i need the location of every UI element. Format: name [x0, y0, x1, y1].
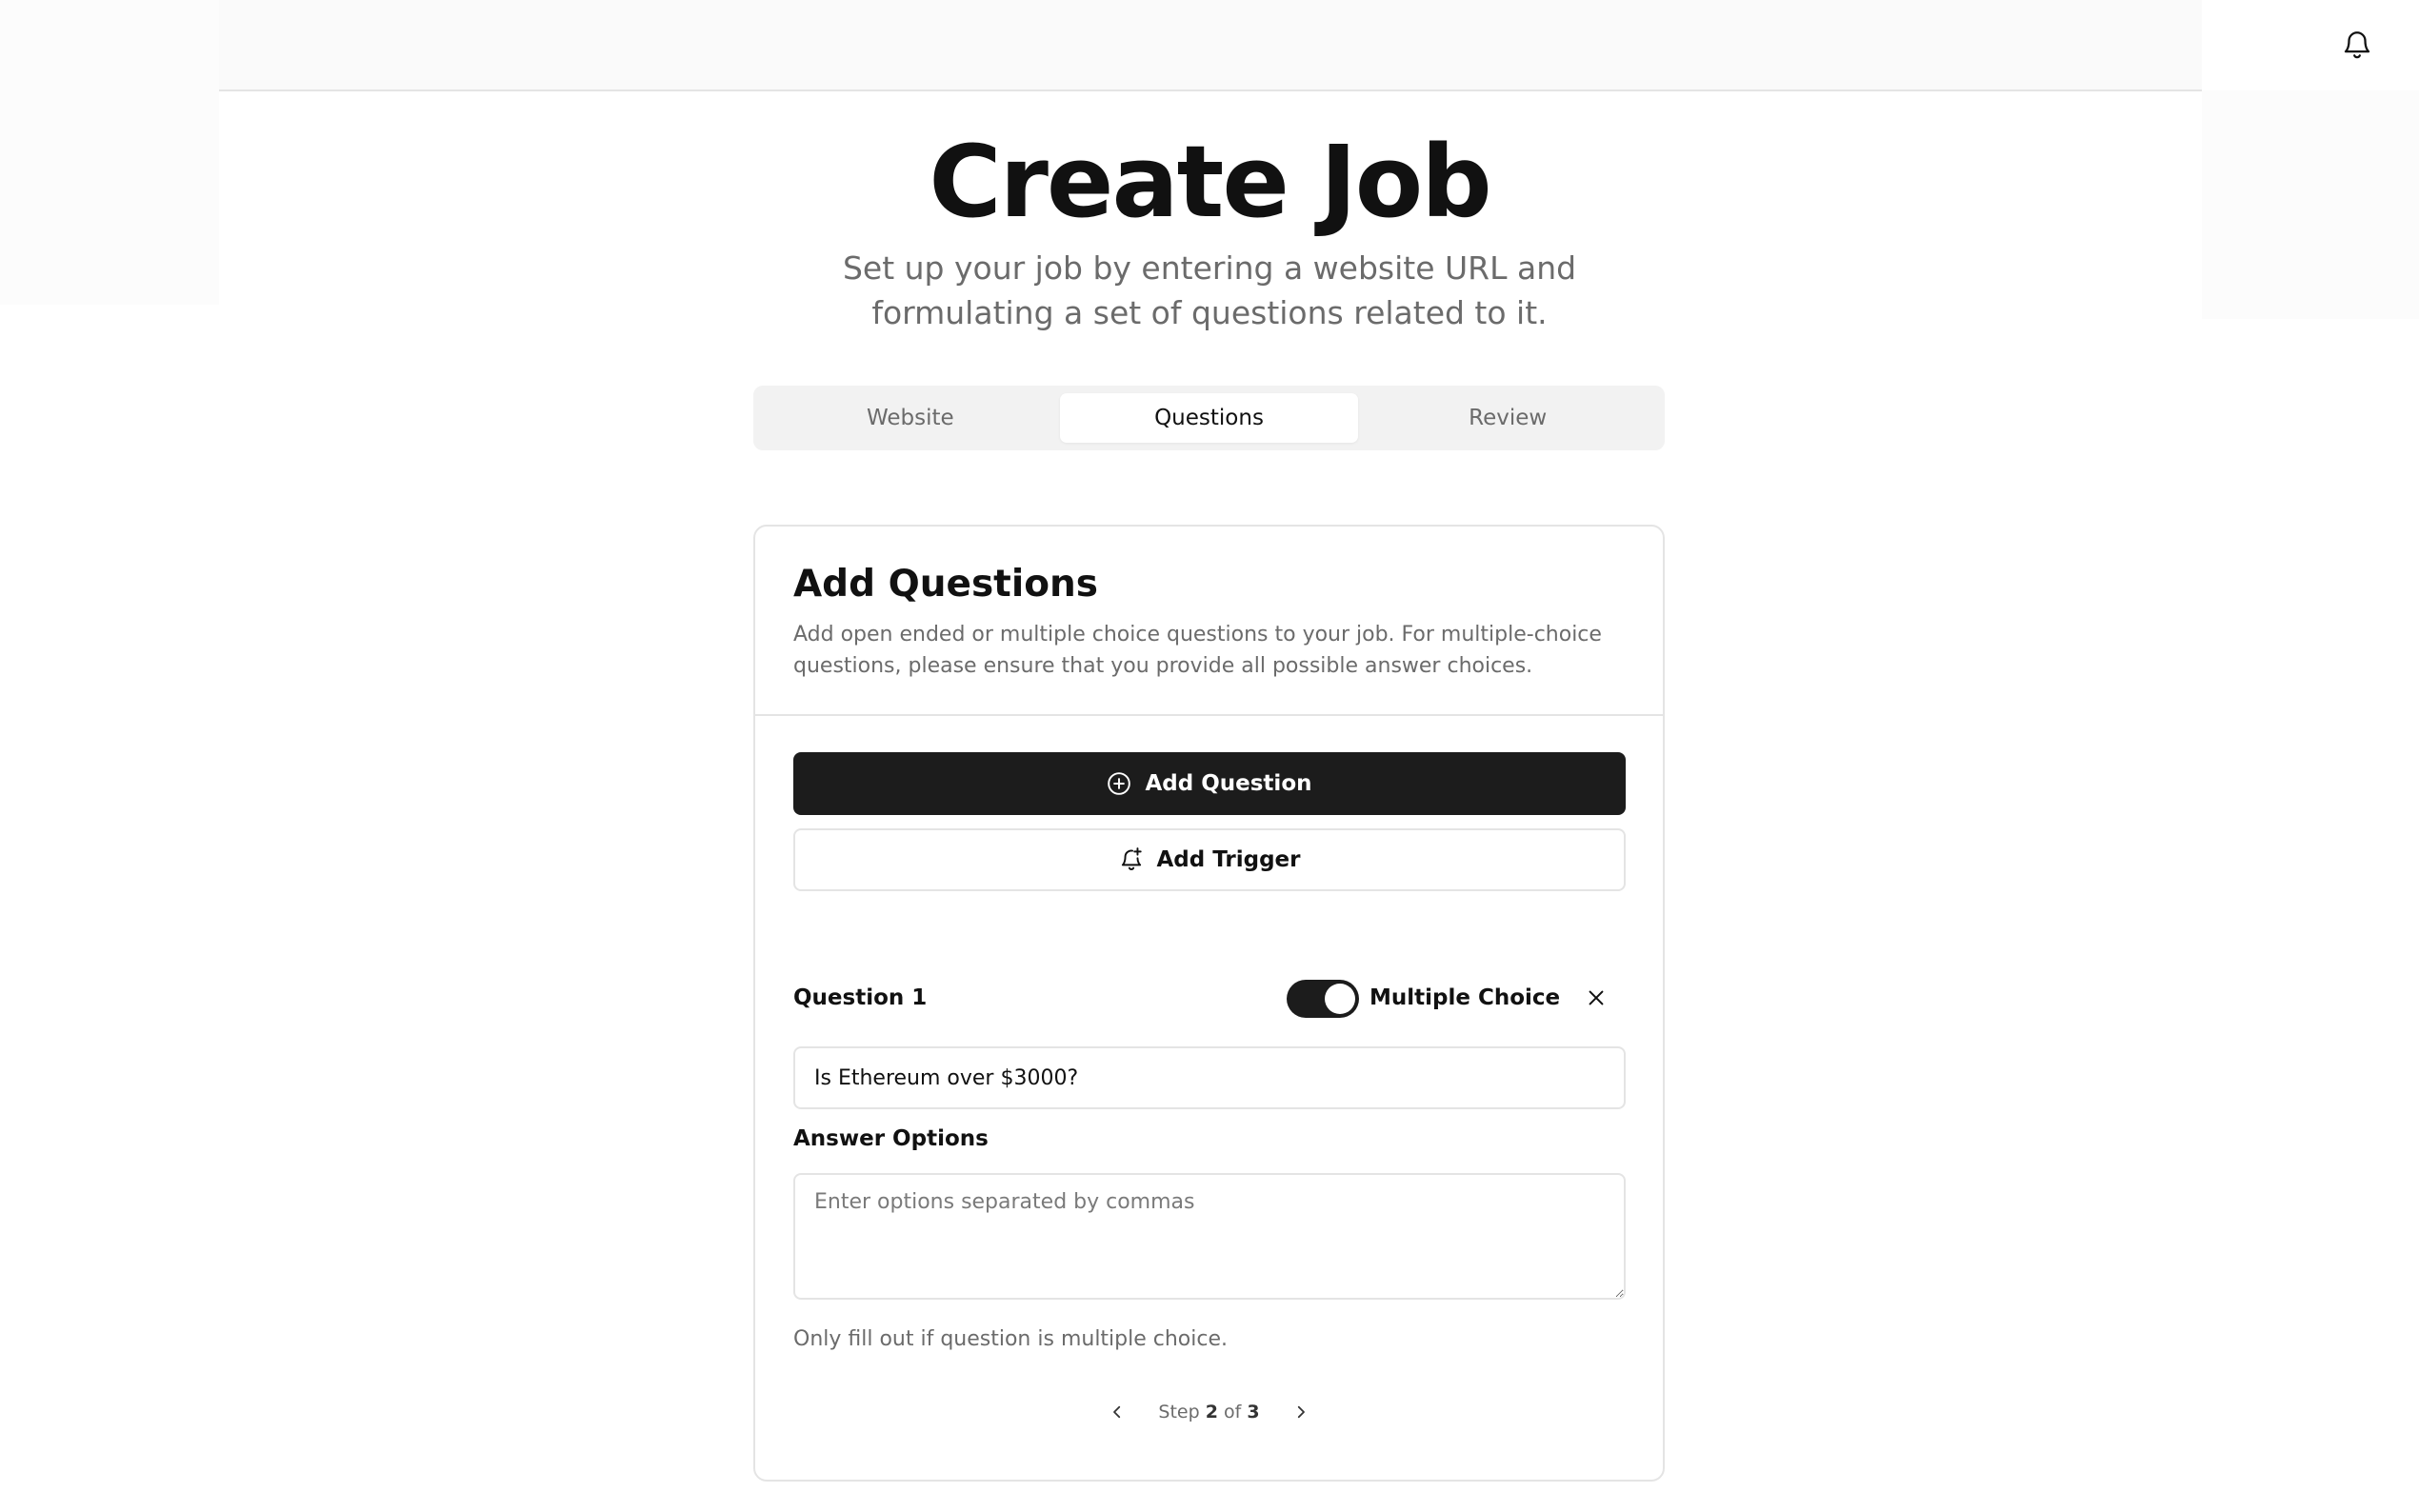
step-of-word: of [1223, 1402, 1242, 1422]
add-question-button[interactable]: Add Question [793, 752, 1626, 815]
bell-plus-icon [1121, 847, 1142, 870]
next-step-button[interactable] [1287, 1398, 1315, 1426]
card-title: Add Questions [793, 563, 1098, 606]
notifications-button[interactable] [2331, 19, 2383, 70]
step-pager: Step 2 of 3 [755, 1398, 1663, 1426]
answer-options-label: Answer Options [793, 1126, 989, 1151]
step-word: Step [1158, 1402, 1200, 1422]
question-label: Question 1 [793, 985, 928, 1010]
multiple-choice-toggle[interactable] [1287, 980, 1359, 1018]
step-indicator: Step 2 of 3 [1158, 1402, 1259, 1422]
toggle-knob [1325, 984, 1355, 1014]
tab-website[interactable]: Website [761, 393, 1060, 443]
add-trigger-button[interactable]: Add Trigger [793, 828, 1626, 891]
top-bar [219, 0, 2370, 91]
add-questions-card: Add Questions Add open ended or multiple… [753, 525, 1665, 1482]
add-trigger-label: Add Trigger [1156, 847, 1301, 872]
answer-options-textarea[interactable] [793, 1173, 1626, 1300]
add-question-label: Add Question [1145, 771, 1312, 796]
tab-questions[interactable]: Questions [1059, 393, 1359, 443]
close-icon [1589, 990, 1604, 1005]
app-frame: Create Job Set up your job by entering a… [0, 0, 2419, 1512]
step-current: 2 [1205, 1402, 1218, 1422]
question-input[interactable] [793, 1046, 1626, 1109]
card-header: Add Questions Add open ended or multiple… [755, 527, 1663, 716]
page-title: Create Job [929, 124, 1491, 240]
card-description: Add open ended or multiple choice questi… [793, 623, 1602, 678]
remove-question-button[interactable] [1580, 982, 1612, 1014]
multiple-choice-label: Multiple Choice [1369, 985, 1561, 1010]
bell-icon [2344, 31, 2370, 59]
chevron-right-icon [1297, 1405, 1305, 1419]
step-tabs: Website Questions Review [753, 386, 1665, 450]
step-total: 3 [1247, 1402, 1260, 1422]
tab-review[interactable]: Review [1358, 393, 1657, 443]
answer-options-help: Only fill out if question is multiple ch… [793, 1327, 1229, 1351]
page-subtitle: Set up your job by entering a website UR… [842, 249, 1577, 331]
chevron-left-icon [1113, 1405, 1121, 1419]
previous-step-button[interactable] [1103, 1398, 1131, 1426]
plus-circle-icon [1108, 772, 1131, 795]
